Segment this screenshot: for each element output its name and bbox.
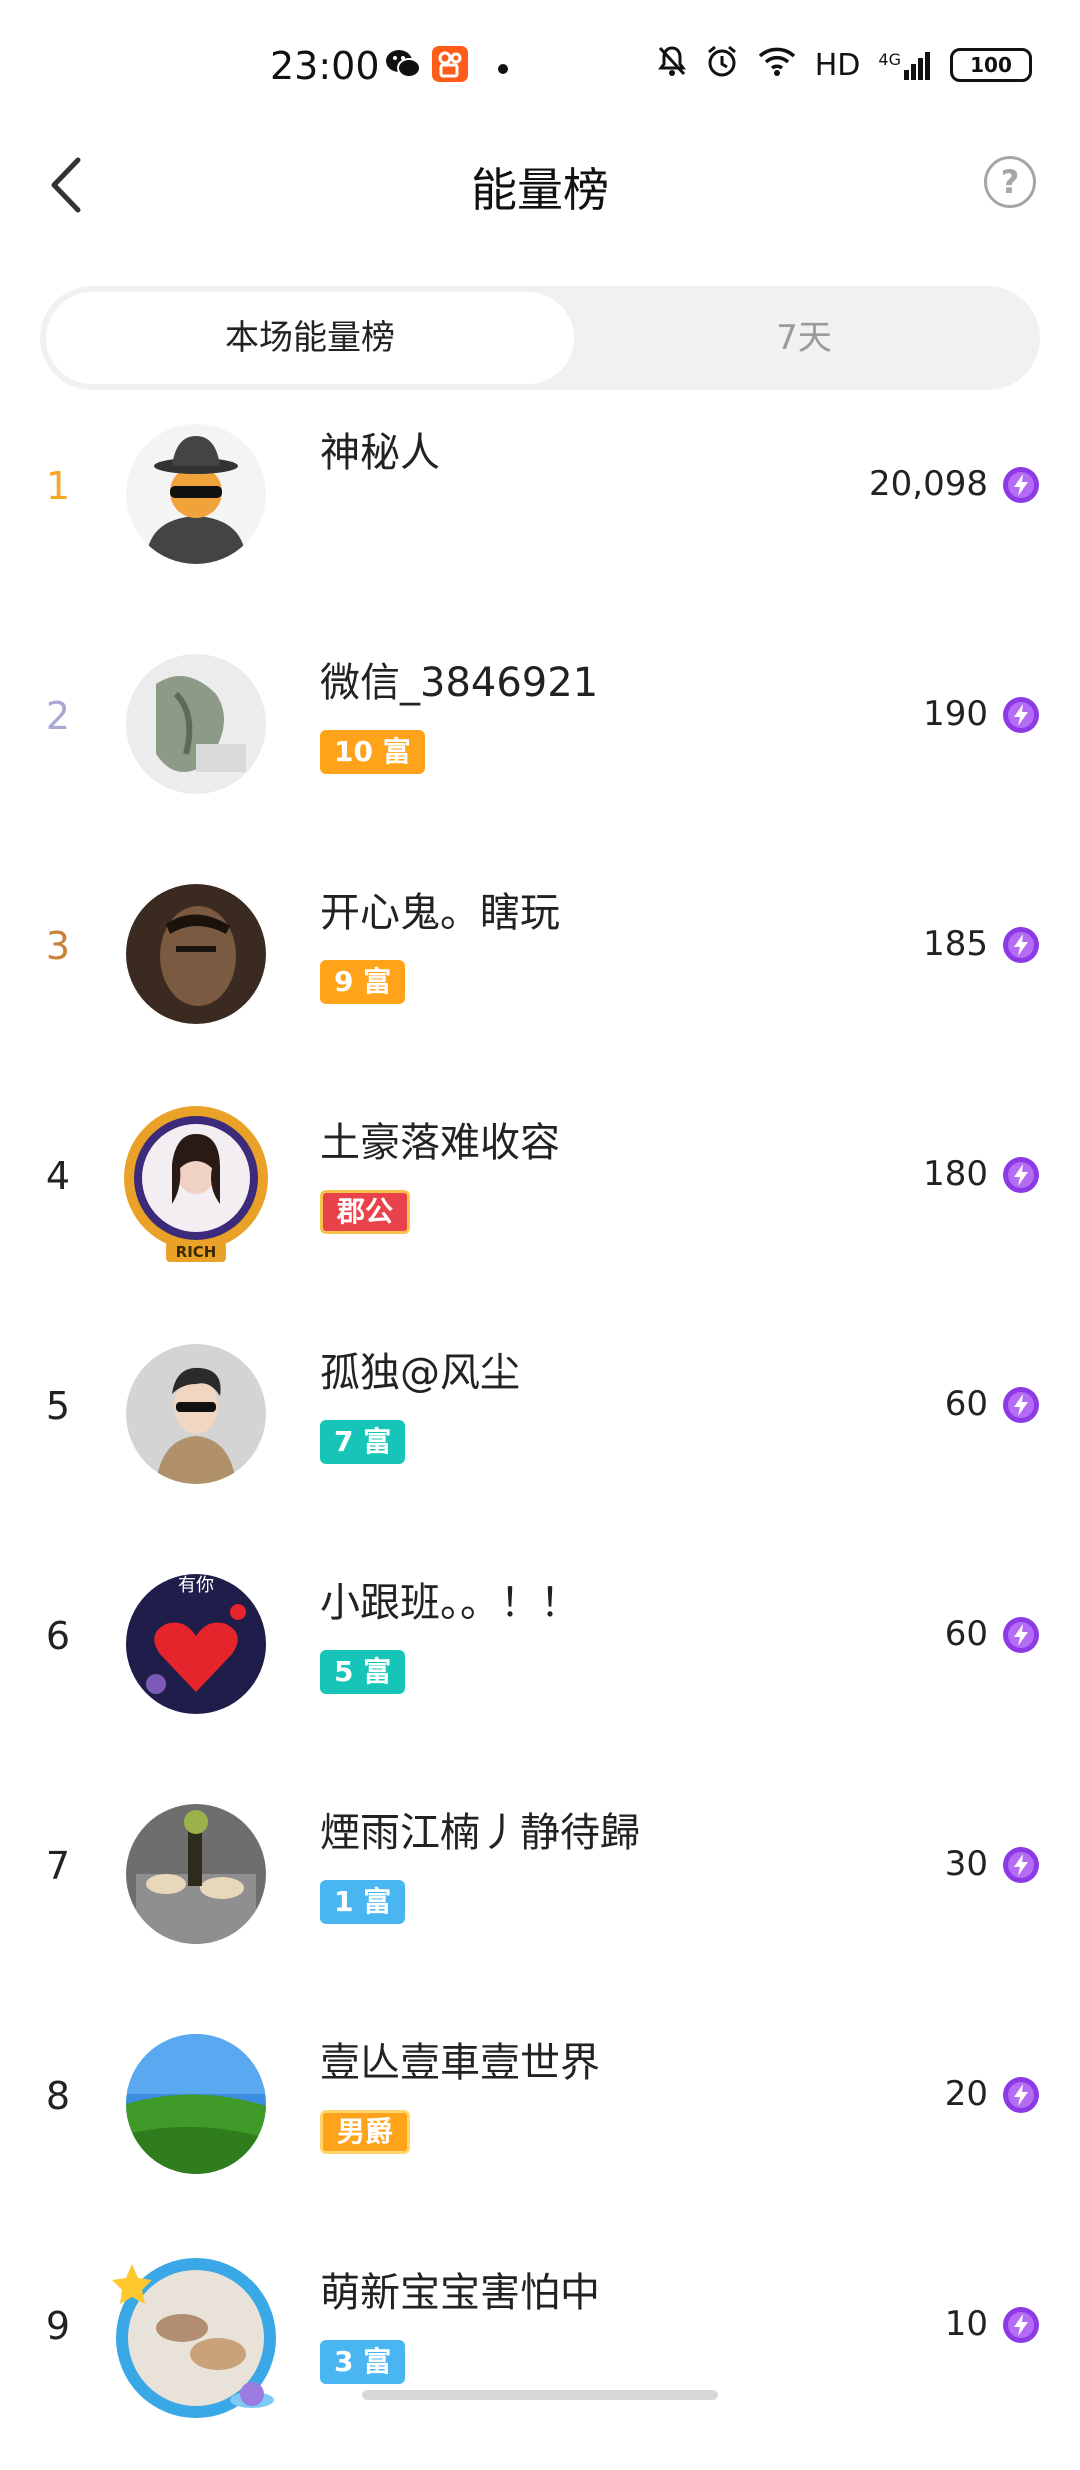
header: 能量榜 ? <box>0 130 1080 240</box>
energy-bolt-icon <box>1003 2307 1039 2343</box>
rank-number: 5 <box>45 1384 71 1428</box>
user-name: 开心鬼。瞎玩 <box>320 890 560 936</box>
user-name: 神秘人 <box>320 430 440 476</box>
signal-icon: 4G <box>878 50 932 80</box>
home-indicator[interactable] <box>362 2390 718 2400</box>
energy-score: 180 <box>923 1154 988 1194</box>
rank-number: 9 <box>45 2304 71 2348</box>
wealth-level-badge: 10 富 <box>320 730 425 774</box>
avatar[interactable] <box>126 1344 266 1484</box>
wechat-icon <box>385 48 421 84</box>
avatar[interactable] <box>126 424 266 564</box>
user-name: 壹亾壹車壹世界 <box>320 2040 600 2086</box>
user-name: 微信_3846921 <box>320 660 599 706</box>
energy-bolt-icon <box>1003 467 1039 503</box>
wifi-icon <box>757 46 797 84</box>
energy-bolt-icon <box>1003 1387 1039 1423</box>
noble-title-badge: 男爵 <box>320 2110 411 2154</box>
noble-title-badge: 郡公 <box>320 1190 411 1234</box>
energy-score: 30 <box>944 1844 988 1884</box>
energy-score: 185 <box>923 924 988 964</box>
status-right-group: HD 4G 100 <box>657 44 1032 86</box>
rank-number: 7 <box>45 1844 71 1888</box>
rank-number: 2 <box>45 694 71 738</box>
ranking-row[interactable]: 7 煙雨江楠丿静待歸 1 富 30 <box>0 1780 1080 2010</box>
avatar[interactable]: 有你 <box>126 1574 266 1714</box>
rank-number: 1 <box>45 464 71 508</box>
energy-score: 190 <box>923 694 988 734</box>
user-name: 萌新宝宝害怕中 <box>320 2270 600 2316</box>
wealth-level-badge: 3 富 <box>320 2340 406 2384</box>
wealth-level-badge: 7 富 <box>320 1420 406 1464</box>
avatar[interactable] <box>126 884 266 1024</box>
mute-bell-icon <box>657 45 687 85</box>
tab-current-session[interactable]: 本场能量榜 <box>46 292 574 384</box>
help-button[interactable]: ? <box>984 156 1036 208</box>
energy-score: 60 <box>944 1614 988 1654</box>
energy-bolt-icon <box>1003 1617 1039 1653</box>
user-name: 煙雨江楠丿静待歸 <box>320 1810 640 1856</box>
wealth-level-badge: 5 富 <box>320 1650 406 1694</box>
rank-number: 4 <box>45 1154 71 1198</box>
rank-number: 8 <box>45 2074 71 2118</box>
ranking-row[interactable]: 2 微信_3846921 10 富 190 <box>0 630 1080 860</box>
wealth-level-badge: 9 富 <box>320 960 406 1004</box>
ranking-row[interactable]: 8 壹亾壹車壹世界 男爵 20 <box>0 2010 1080 2240</box>
ranking-row[interactable]: 4 RICH 土豪落难收容 郡公 180 <box>0 1090 1080 1320</box>
rank-number: 3 <box>45 924 71 968</box>
battery-icon: 100 <box>950 48 1032 82</box>
help-circle-icon: ? <box>1000 163 1020 201</box>
energy-score: 20,098 <box>869 464 988 504</box>
user-name: 小跟班。。！！ <box>320 1580 580 1626</box>
wealth-level-badge: 1 富 <box>320 1880 406 1924</box>
energy-score: 20 <box>944 2074 988 2114</box>
energy-score: 60 <box>944 1384 988 1424</box>
avatar[interactable] <box>126 1804 266 1944</box>
ranking-row[interactable]: 5 孤独@风尘 7 富 60 <box>0 1320 1080 1550</box>
energy-bolt-icon <box>1003 1157 1039 1193</box>
ranking-row[interactable]: 6 有你 小跟班。。！！ 5 富 60 <box>0 1550 1080 1780</box>
signal-label: 4G <box>878 50 901 69</box>
user-name: 土豪落难收容 <box>320 1120 560 1166</box>
energy-bolt-icon <box>1003 927 1039 963</box>
avatar-rich-frame[interactable]: RICH <box>116 1104 276 1264</box>
rich-frame-label: RICH <box>175 1243 217 1261</box>
network-label: HD <box>814 47 861 83</box>
tab-bar: 本场能量榜 7天 <box>40 286 1040 390</box>
ranking-row[interactable]: 1 神秘人 20,098 <box>0 400 1080 630</box>
page-title: 能量榜 <box>471 163 609 217</box>
avatar[interactable] <box>126 2034 266 2174</box>
avatar[interactable] <box>126 654 266 794</box>
avatar-text: 有你 <box>178 1575 214 1596</box>
dot-icon <box>497 60 509 79</box>
kuaishou-icon <box>432 46 468 86</box>
rank-number: 6 <box>45 1614 71 1658</box>
status-time: 23:00 <box>270 44 380 88</box>
energy-bolt-icon <box>1003 1847 1039 1883</box>
tab-7-days[interactable]: 7天 <box>574 292 1034 384</box>
energy-bolt-icon <box>1003 2077 1039 2113</box>
ranking-row[interactable]: 3 开心鬼。瞎玩 9 富 185 <box>0 860 1080 1090</box>
status-bar: 23:00 HD 4G 100 <box>0 0 1080 120</box>
ranking-row[interactable]: 9 萌新宝宝害怕中 3 富 10 <box>0 2240 1080 2470</box>
avatar-star-frame[interactable] <box>112 2254 280 2422</box>
alarm-icon <box>705 44 739 86</box>
energy-score: 10 <box>944 2304 988 2344</box>
energy-bolt-icon <box>1003 697 1039 733</box>
user-name: 孤独@风尘 <box>320 1350 520 1396</box>
